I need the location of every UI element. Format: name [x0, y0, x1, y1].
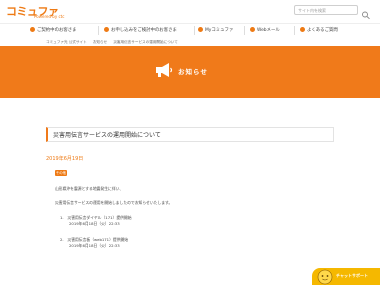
logo-tagline: Powered by ctc: [34, 14, 65, 19]
nav-divider: [98, 26, 99, 35]
chat-support-label: チャットサポート: [336, 273, 368, 278]
breadcrumb: コミュファ光 公式サイト お知らせ 災害用伝言サービスの運用開始について: [46, 40, 183, 45]
nav-item-prospective-customers[interactable]: お申し込みをご検討中のお客さま: [104, 23, 177, 38]
mail-icon: [250, 27, 255, 32]
article-text: 山形県沖を震源とする地震発生に伴い、: [55, 186, 124, 191]
nav-divider: [244, 26, 245, 35]
search-input[interactable]: サイト内を検索: [294, 5, 358, 15]
question-icon: [300, 27, 305, 32]
search-icon: [362, 11, 370, 20]
nav-label: ご契約中のお客さま: [37, 28, 77, 33]
search-button[interactable]: [360, 5, 372, 20]
nav-item-my-commufa[interactable]: Myコミュファ: [198, 23, 233, 38]
nav-label: Webメール: [257, 28, 280, 33]
category-badge: その他: [55, 170, 67, 176]
nav-label: よくあるご質問: [307, 28, 338, 33]
nav-label: Myコミュファ: [205, 28, 234, 33]
page-title: お知らせ: [178, 68, 208, 76]
article-text: 災害用伝言サービスの運用を開始しましたのでお知らせいたします。: [55, 200, 173, 205]
site-header: コミュファ Powered by ctc サイト内を検索: [0, 0, 380, 23]
list-item-time: 2019年6月18日（火）22:33: [69, 243, 120, 248]
breadcrumb-current: 災害用伝言サービスの運用開始について: [113, 40, 178, 44]
nav-label: お申し込みをご検討中のお客さま: [111, 28, 177, 33]
breadcrumb-news[interactable]: お知らせ: [93, 40, 107, 44]
chat-mascot-icon: [316, 268, 334, 289]
nav-divider: [194, 26, 195, 35]
user-icon: [30, 27, 35, 32]
house-icon: [104, 27, 109, 32]
article-title: 災害用伝言サービスの運用開始について: [53, 132, 161, 139]
heart-icon: [198, 27, 203, 32]
nav-item-faq[interactable]: よくあるご質問: [300, 23, 338, 38]
megaphone-icon: [154, 62, 174, 82]
list-item-time: 2019年6月18日（火）22:33: [69, 221, 120, 226]
breadcrumb-home[interactable]: コミュファ光 公式サイト: [46, 40, 87, 44]
nav-item-current-customers[interactable]: ご契約中のお客さま: [30, 23, 77, 38]
nav-item-webmail[interactable]: Webメール: [250, 23, 280, 38]
nav-divider: [294, 26, 295, 35]
article-date: 2019年6月19日: [46, 156, 84, 162]
